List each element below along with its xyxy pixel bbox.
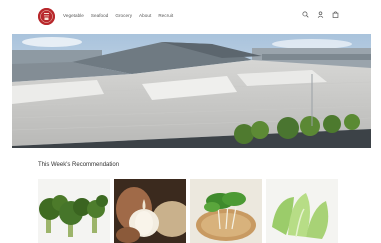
account-icon[interactable] [317, 11, 324, 18]
nav-item-seafood[interactable]: Seafood [91, 13, 108, 18]
cart-icon[interactable] [332, 11, 339, 18]
nav-item-grocery[interactable]: Grocery [115, 13, 132, 18]
product-grid [38, 179, 338, 243]
site-logo[interactable] [38, 8, 55, 25]
nav-item-vegetable[interactable]: Vegetable [63, 13, 84, 18]
product-card-cabbage[interactable] [266, 179, 338, 243]
product-card-sprouts[interactable] [190, 179, 262, 243]
product-card-garlic[interactable] [114, 179, 186, 243]
broccoli-image [38, 179, 110, 243]
header-icons [302, 11, 339, 18]
pea-sprouts-image [190, 179, 262, 243]
page: Vegetable Seafood Grocery About Recruit [0, 0, 381, 243]
hero-banner [12, 34, 371, 148]
cabbage-image [266, 179, 338, 243]
recommendation-title: This Week's Recommendation [38, 162, 120, 168]
garlic-image [114, 179, 186, 243]
site-header: Vegetable Seafood Grocery About Recruit [0, 0, 381, 34]
product-card-broccoli[interactable] [38, 179, 110, 243]
market-building-image [12, 34, 371, 148]
search-icon[interactable] [302, 11, 309, 18]
nav-item-about[interactable]: About [139, 13, 151, 18]
main-nav: Vegetable Seafood Grocery About Recruit [63, 13, 173, 18]
logo-mark-icon [38, 8, 55, 25]
nav-item-recruit[interactable]: Recruit [158, 13, 173, 18]
